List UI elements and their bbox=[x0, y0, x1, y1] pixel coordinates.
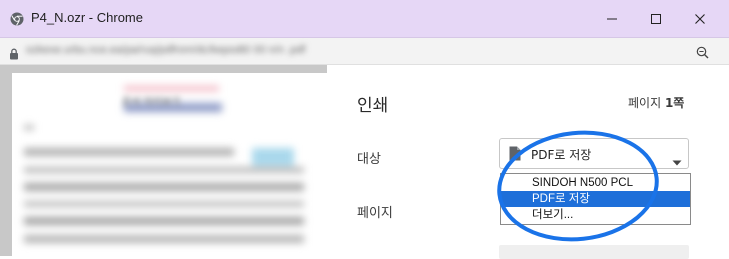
window-title: P4_N.ozr - Chrome bbox=[31, 10, 143, 25]
lock-icon bbox=[9, 45, 19, 64]
close-icon bbox=[694, 13, 706, 25]
print-title: 인쇄 bbox=[357, 96, 389, 116]
minimize-icon bbox=[606, 13, 618, 25]
destination-selected-value: PDF로 저장 bbox=[531, 148, 592, 162]
close-button[interactable] bbox=[680, 0, 720, 37]
address-bar[interactable]: ozkexe.urbu.nce.ea/pa/ruq/pdfrom/dc/kepo… bbox=[0, 38, 729, 65]
minimize-button[interactable] bbox=[592, 0, 632, 37]
next-setting-field[interactable] bbox=[499, 245, 689, 259]
chevron-down-icon bbox=[672, 151, 682, 170]
destination-label: 대상 bbox=[357, 152, 381, 167]
pages-label: 페이지 bbox=[357, 206, 393, 221]
preview-obscured-text: 문서 미리보기 bbox=[122, 97, 181, 108]
option-save-as-pdf[interactable]: PDF로 저장 bbox=[501, 191, 690, 207]
print-preview-page: 문서 미리보기 bbox=[12, 73, 327, 256]
document-icon bbox=[509, 146, 521, 165]
option-see-more[interactable]: 더보기... bbox=[501, 207, 690, 223]
print-preview-pane: 문서 미리보기 bbox=[0, 65, 327, 256]
maximize-button[interactable] bbox=[636, 0, 676, 37]
option-sindoh-printer[interactable]: SINDOH N500 PCL bbox=[501, 175, 690, 191]
print-settings-pane: 인쇄 페이지 1쪽 대상 PDF로 저장 페이지 bbox=[327, 65, 729, 259]
maximize-icon bbox=[650, 13, 662, 25]
destination-select[interactable]: PDF로 저장 bbox=[499, 138, 689, 169]
browser-window: P4_N.ozr - Chrome ozkexe.urbu.nce.ea/pa/… bbox=[0, 0, 729, 259]
zoom-icon[interactable] bbox=[696, 44, 709, 63]
title-bar: P4_N.ozr - Chrome bbox=[0, 0, 729, 38]
url-text: ozkexe.urbu.nce.ea/pa/ruq/pdfrom/dc/kepo… bbox=[26, 44, 306, 56]
page-count: 페이지 1쪽 bbox=[628, 96, 685, 110]
destination-dropdown-list: SINDOH N500 PCL PDF로 저장 더보기... bbox=[500, 173, 691, 225]
chrome-icon bbox=[10, 11, 24, 26]
